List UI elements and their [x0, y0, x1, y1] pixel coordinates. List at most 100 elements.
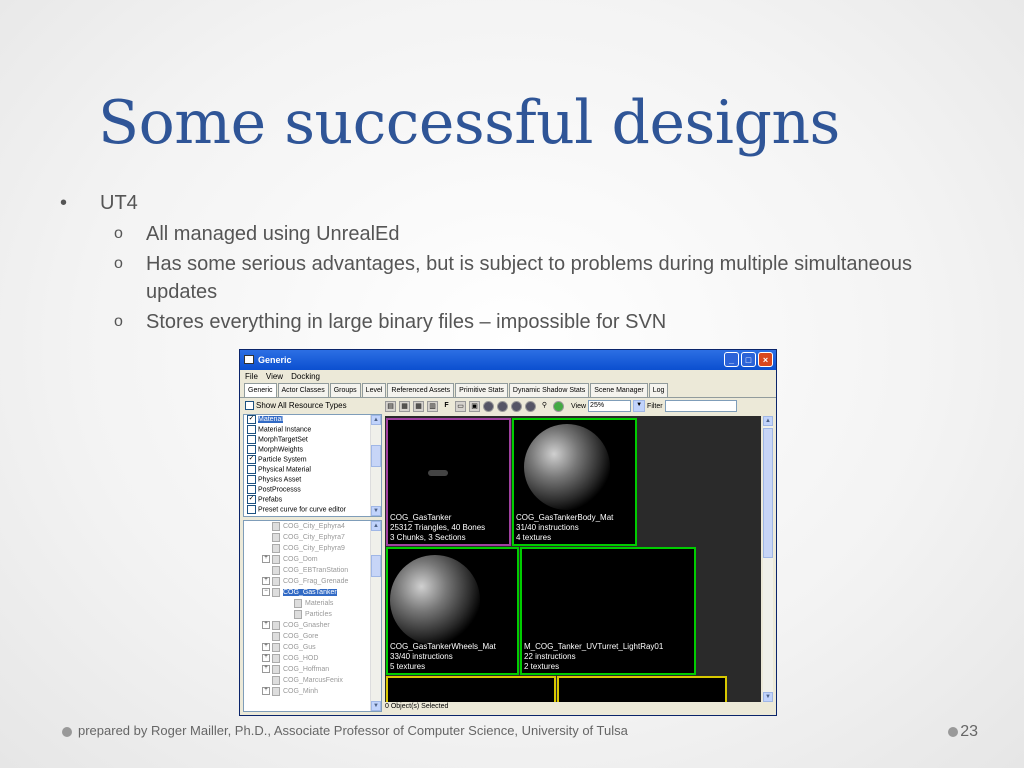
- scroll-thumb[interactable]: [371, 445, 381, 467]
- resource-type-checkbox[interactable]: [247, 505, 256, 514]
- scroll-up-arrow[interactable]: ▲: [763, 416, 773, 426]
- thumbnail-tile[interactable]: COG_GasTankerWheels_Mat 33/40 instructio…: [386, 547, 519, 675]
- resource-type-checkbox[interactable]: [247, 425, 256, 434]
- plane-preview-icon[interactable]: [525, 400, 536, 412]
- scroll-down-arrow[interactable]: ▼: [763, 692, 773, 702]
- tab-log[interactable]: Log: [648, 383, 669, 397]
- page-dot: [948, 726, 959, 737]
- minimize-button[interactable]: _: [724, 352, 739, 367]
- tab-groups[interactable]: Groups: [329, 383, 361, 397]
- tab-actor-classes[interactable]: Actor Classes: [277, 383, 329, 397]
- resource-type-item[interactable]: ✓ Material: [244, 415, 381, 425]
- tree-node[interactable]: + COG_Minh: [244, 686, 381, 697]
- tab-generic[interactable]: Generic: [244, 383, 277, 397]
- package-tree[interactable]: COG_City_Ephyra4 COG_City_Ephyra7 COG_City…: [243, 520, 382, 712]
- tree-node[interactable]: COG_MarcusFenix: [244, 675, 381, 686]
- tree-node[interactable]: Materials: [244, 598, 381, 609]
- scroll-up-arrow[interactable]: ▲: [371, 521, 381, 531]
- expand-toggle-icon[interactable]: +: [262, 555, 270, 564]
- resource-type-item[interactable]: MorphTargetSet: [244, 435, 381, 445]
- filter-input[interactable]: [664, 400, 737, 412]
- resource-type-checkbox[interactable]: [247, 465, 256, 474]
- binoculars-icon[interactable]: ⚲: [539, 401, 550, 412]
- thumbnail-tile[interactable]: [557, 676, 727, 702]
- expand-toggle-icon[interactable]: +: [262, 643, 270, 652]
- grid-view-icon[interactable]: ▦: [413, 400, 424, 412]
- panel-icon[interactable]: ▣: [469, 400, 480, 412]
- expand-toggle-icon[interactable]: +: [262, 687, 270, 696]
- cube-preview-icon[interactable]: [497, 400, 508, 412]
- menu-view[interactable]: View: [266, 370, 283, 383]
- tab-level[interactable]: Level: [361, 383, 387, 397]
- font-icon[interactable]: F: [441, 401, 452, 412]
- expand-toggle-icon[interactable]: +: [262, 577, 270, 586]
- resource-type-checkbox[interactable]: [247, 485, 256, 494]
- tree-scrollbar[interactable]: ▲ ▼: [370, 521, 381, 711]
- tab-referenced-assets[interactable]: Referenced Assets: [387, 383, 455, 397]
- tab-dynamic-shadow-stats[interactable]: Dynamic Shadow Stats: [508, 383, 590, 397]
- tree-node[interactable]: + COG_Gnasher: [244, 620, 381, 631]
- thumbnail-tile[interactable]: M_COG_Tanker_UVTurret_LightRay01 22 inst…: [520, 547, 696, 675]
- scroll-thumb[interactable]: [371, 555, 381, 577]
- resource-type-item[interactable]: Physical Material: [244, 465, 381, 475]
- expand-toggle-icon[interactable]: +: [262, 654, 270, 663]
- resource-type-checkbox[interactable]: ✓: [247, 495, 256, 504]
- resource-type-item[interactable]: ✓ Particle System: [244, 455, 381, 465]
- tree-node[interactable]: COG_EBTranStation: [244, 565, 381, 576]
- thumbnail-tile[interactable]: COG_GasTanker 25312 Triangles, 40 Bones …: [386, 418, 511, 546]
- resource-type-label: Material: [258, 416, 283, 424]
- thumbnail-tile[interactable]: [386, 676, 556, 702]
- maximize-button[interactable]: □: [741, 352, 756, 367]
- tree-node[interactable]: + COG_HOD: [244, 653, 381, 664]
- resource-type-checkbox[interactable]: ✓: [247, 415, 256, 424]
- chevron-down-icon[interactable]: ▼: [633, 400, 646, 412]
- tree-node[interactable]: + COG_Dom: [244, 554, 381, 565]
- frame-icon[interactable]: ▭: [455, 400, 466, 412]
- thumbnail-tile[interactable]: COG_GasTankerBody_Mat 31/40 instructions…: [512, 418, 637, 546]
- resource-type-checkbox[interactable]: [247, 475, 256, 484]
- tab-scene-manager[interactable]: Scene Manager: [590, 383, 648, 397]
- expand-toggle-icon[interactable]: −: [262, 588, 270, 597]
- list-view-icon[interactable]: ▤: [385, 400, 396, 412]
- resource-type-item[interactable]: Physics Asset: [244, 475, 381, 485]
- window-titlebar[interactable]: Generic _ □ ×: [240, 350, 776, 370]
- scroll-down-arrow[interactable]: ▼: [371, 506, 381, 516]
- tree-node[interactable]: + COG_Gus: [244, 642, 381, 653]
- resource-type-item[interactable]: ✓ Prefabs: [244, 495, 381, 505]
- detail-view-icon[interactable]: ▥: [427, 400, 438, 412]
- resource-type-checkbox[interactable]: [247, 435, 256, 444]
- expand-toggle-icon[interactable]: +: [262, 665, 270, 674]
- resource-type-item[interactable]: Preset curve for curve editor: [244, 505, 381, 515]
- sphere-preview-icon[interactable]: [483, 400, 494, 412]
- refresh-icon[interactable]: [553, 400, 564, 412]
- close-button[interactable]: ×: [758, 352, 773, 367]
- scroll-up-arrow[interactable]: ▲: [371, 415, 381, 425]
- menu-docking[interactable]: Docking: [291, 370, 320, 383]
- resource-type-item[interactable]: PostProcesss: [244, 485, 381, 495]
- tree-node[interactable]: Particles: [244, 609, 381, 620]
- resource-type-checkbox[interactable]: ✓: [247, 455, 256, 464]
- tree-node[interactable]: COG_Gore: [244, 631, 381, 642]
- thumbnail-view-icon[interactable]: ▦: [399, 400, 410, 412]
- scroll-thumb[interactable]: [763, 428, 773, 558]
- scroll-down-arrow[interactable]: ▼: [371, 701, 381, 711]
- menu-file[interactable]: File: [245, 370, 258, 383]
- tree-node[interactable]: COG_City_Ephyra9: [244, 543, 381, 554]
- tree-node[interactable]: COG_City_Ephyra4: [244, 521, 381, 532]
- tree-node[interactable]: − COG_GasTanker: [244, 587, 381, 598]
- cylinder-preview-icon[interactable]: [511, 400, 522, 412]
- tab-primitive-stats[interactable]: Primitive Stats: [455, 383, 508, 397]
- tree-node[interactable]: COG_City_Ephyra7: [244, 532, 381, 543]
- show-all-checkbox[interactable]: [245, 401, 254, 411]
- show-all-row[interactable]: Show All Resource Types: [243, 399, 382, 413]
- expand-toggle-icon[interactable]: +: [262, 621, 270, 630]
- view-zoom-select[interactable]: 25%: [588, 400, 632, 412]
- tree-node[interactable]: + COG_Frag_Grenade: [244, 576, 381, 587]
- resource-type-item[interactable]: MorphWeights: [244, 445, 381, 455]
- type-list-scrollbar[interactable]: ▲ ▼: [370, 415, 381, 516]
- tree-node[interactable]: + COG_Hoffman: [244, 664, 381, 675]
- grid-scrollbar[interactable]: ▲ ▼: [763, 416, 773, 702]
- resource-type-checkbox[interactable]: [247, 445, 256, 454]
- resource-type-list[interactable]: ✓ Material Material Instance MorphTargetSet…: [243, 414, 382, 517]
- resource-type-item[interactable]: Material Instance: [244, 425, 381, 435]
